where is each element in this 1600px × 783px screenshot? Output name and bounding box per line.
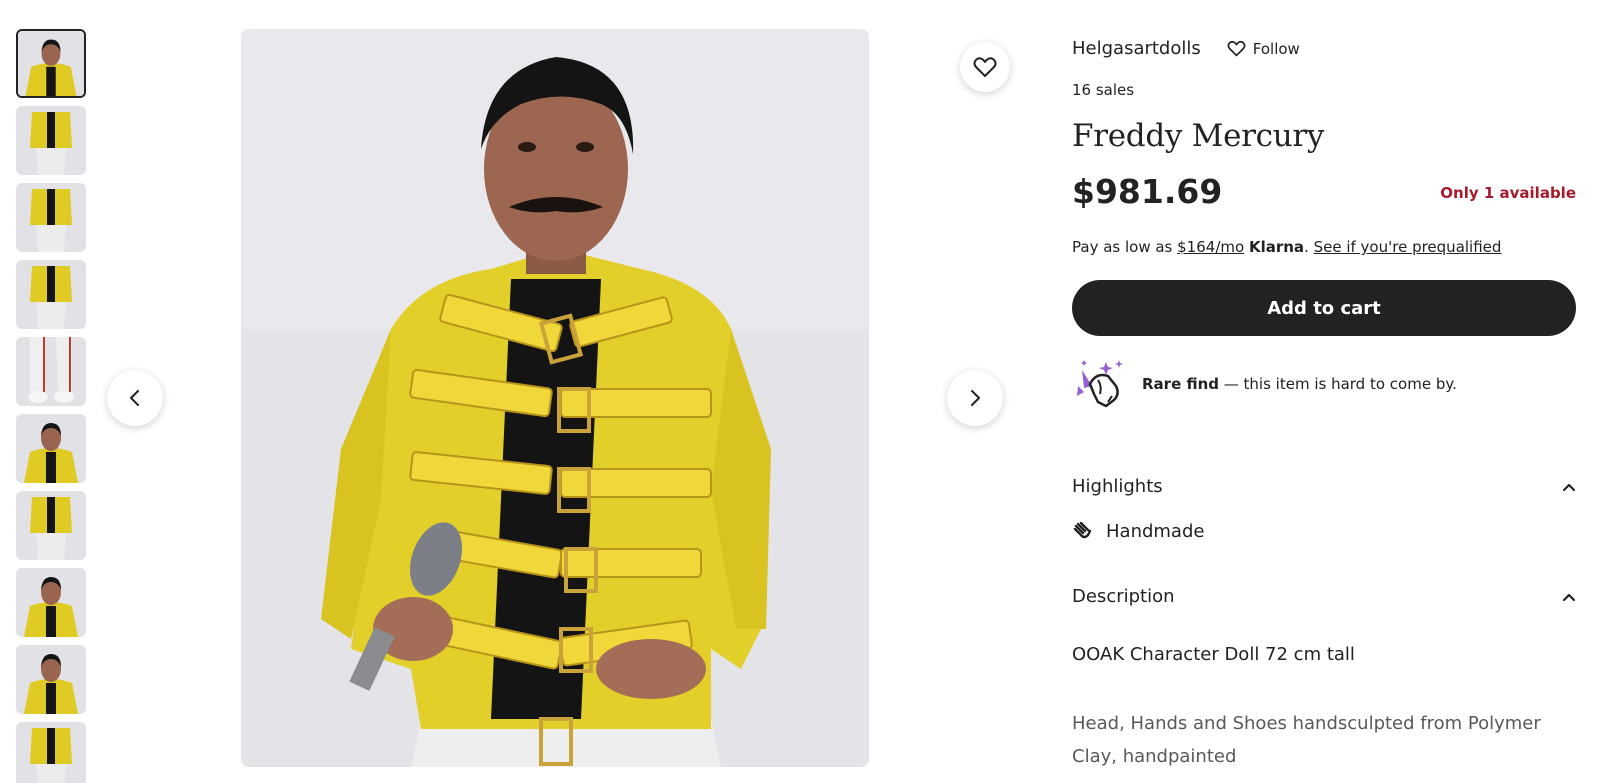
thumbnail-strip xyxy=(16,29,86,783)
klarna-prefix: Pay as low as xyxy=(1072,238,1178,256)
thumbnail-image xyxy=(16,491,86,560)
rare-find-description: — this item is hard to come by. xyxy=(1219,375,1457,393)
klarna-logo: Klarna xyxy=(1248,238,1305,256)
heart-icon xyxy=(973,57,997,77)
favorite-button[interactable] xyxy=(960,42,1010,92)
chevron-right-icon xyxy=(971,390,980,406)
chevron-up-icon xyxy=(1562,483,1576,491)
follow-button[interactable]: Follow xyxy=(1227,40,1300,58)
follow-label: Follow xyxy=(1252,39,1300,58)
highlight-handmade-label: Handmade xyxy=(1106,521,1205,542)
highlights-title: Highlights xyxy=(1072,476,1163,497)
rare-find-notice: Rare find — this item is hard to come by… xyxy=(1072,356,1457,412)
main-product-image[interactable] xyxy=(241,29,869,767)
stock-notice: Only 1 available xyxy=(1440,184,1576,202)
chevron-up-icon xyxy=(1562,593,1576,601)
thumbnail-image xyxy=(16,106,86,175)
highlight-handmade: Handmade xyxy=(1072,521,1204,542)
thumbnail-10[interactable] xyxy=(16,722,86,783)
description-line-2: Head, Hands and Shoes handsculpted from … xyxy=(1072,713,1541,767)
unicorn-icon xyxy=(1077,360,1123,408)
thumbnail-image xyxy=(16,722,86,783)
thumbnail-image xyxy=(16,414,86,483)
add-to-cart-button[interactable]: Add to cart xyxy=(1072,280,1576,336)
thumbnail-2[interactable] xyxy=(16,106,86,175)
highlights-toggle[interactable]: Highlights xyxy=(1072,476,1576,497)
description-title: Description xyxy=(1072,586,1175,607)
klarna-financing: Pay as low as $164/mo Klarna. See if you… xyxy=(1072,238,1501,256)
thumbnail-image xyxy=(16,260,86,329)
previous-image-button[interactable] xyxy=(107,370,163,426)
product-price: $981.69 xyxy=(1072,172,1223,211)
sales-count: 16 sales xyxy=(1072,81,1135,99)
prequalify-link[interactable]: See if you're prequalified xyxy=(1314,238,1502,256)
product-title: Freddy Mercury xyxy=(1072,118,1325,154)
thumbnail-1[interactable] xyxy=(16,29,86,98)
chevron-left-icon xyxy=(130,390,139,406)
shop-name-link[interactable]: Helgasartdolls xyxy=(1072,38,1201,59)
description-toggle[interactable]: Description xyxy=(1072,586,1576,607)
hand-icon xyxy=(1073,521,1092,538)
thumbnail-5[interactable] xyxy=(16,337,86,406)
thumbnail-image xyxy=(16,337,86,406)
thumbnail-image xyxy=(16,183,86,252)
klarna-amount-link[interactable]: $164/mo xyxy=(1177,238,1244,256)
thumbnail-image xyxy=(16,645,86,714)
thumbnail-image xyxy=(18,31,84,96)
thumbnail-4[interactable] xyxy=(16,260,86,329)
doll-photo xyxy=(241,29,869,767)
klarna-separator: . xyxy=(1304,238,1314,256)
thumbnail-8[interactable] xyxy=(16,568,86,637)
thumbnail-6[interactable] xyxy=(16,414,86,483)
thumbnail-3[interactable] xyxy=(16,183,86,252)
thumbnail-7[interactable] xyxy=(16,491,86,560)
product-info-panel: Helgasartdolls Follow 16 sales Freddy Me… xyxy=(1072,0,1576,783)
thumbnail-image xyxy=(16,568,86,637)
description-line-1: OOAK Character Doll 72 cm tall xyxy=(1072,644,1355,665)
rare-find-label: Rare find xyxy=(1142,375,1219,393)
rare-find-text: Rare find — this item is hard to come by… xyxy=(1142,375,1457,393)
thumbnail-9[interactable] xyxy=(16,645,86,714)
next-image-button[interactable] xyxy=(947,370,1003,426)
heart-icon xyxy=(1227,40,1246,57)
shop-row: Helgasartdolls Follow xyxy=(1072,38,1300,59)
